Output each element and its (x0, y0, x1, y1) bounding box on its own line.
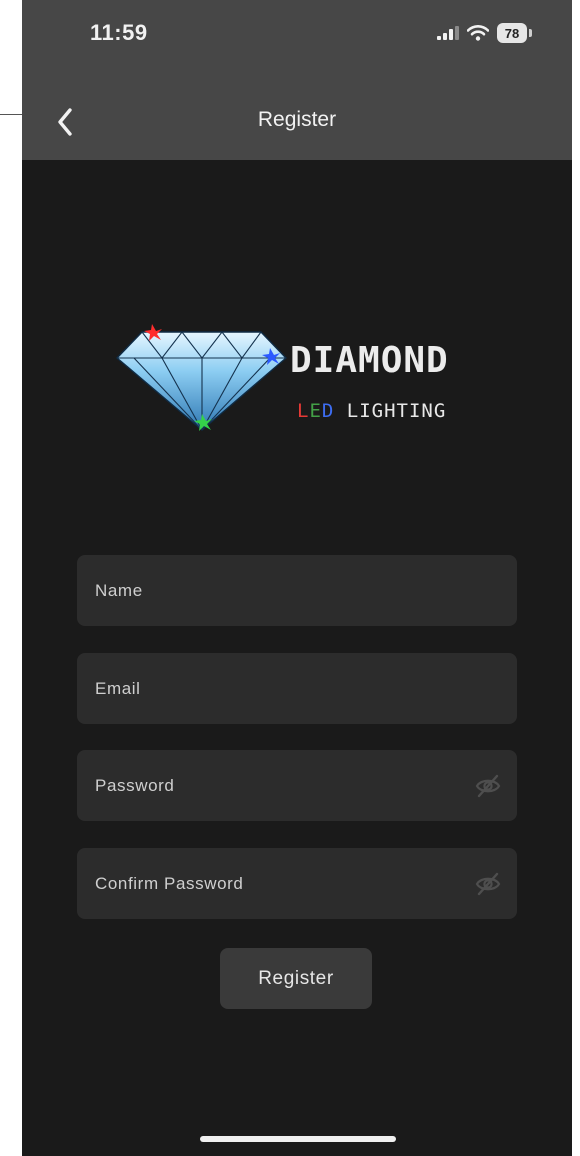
page-title: Register (257, 108, 337, 131)
brand-tagline-rest: LIGHTING (334, 400, 447, 422)
confirm-password-input[interactable] (77, 848, 517, 919)
brand-tagline-d: D (321, 400, 335, 422)
name-field (77, 555, 517, 626)
brand-tagline: LED LIGHTING (297, 400, 446, 422)
brand-tagline-e: E (309, 400, 322, 422)
status-time: 11:59 (90, 20, 148, 45)
email-field (77, 653, 517, 724)
name-input[interactable] (77, 555, 517, 626)
brand-logo: DIAMOND LED LIGHTING (114, 318, 494, 438)
eye-off-icon[interactable] (475, 871, 501, 897)
brand-tagline-l: L (297, 400, 310, 422)
confirm-password-field (77, 848, 517, 919)
password-field (77, 750, 517, 821)
home-indicator (200, 1136, 396, 1142)
register-button[interactable]: Register (220, 948, 372, 1009)
edge-line (0, 114, 22, 115)
brand-name: DIAMOND (290, 340, 449, 381)
diamond-logo-icon (115, 324, 288, 431)
email-input[interactable] (77, 653, 517, 724)
cellular-signal-icon (437, 26, 459, 40)
password-input[interactable] (77, 750, 517, 821)
phone-screen: 11:59 78 Register DIAMOND LED LIGHTING N… (22, 0, 572, 1156)
status-icons: 78 (437, 20, 532, 46)
battery-indicator: 78 (497, 23, 527, 43)
top-bar: 11:59 78 Register (22, 0, 572, 160)
wifi-icon (467, 25, 489, 41)
battery-tip (529, 29, 532, 37)
eye-off-icon[interactable] (475, 773, 501, 799)
